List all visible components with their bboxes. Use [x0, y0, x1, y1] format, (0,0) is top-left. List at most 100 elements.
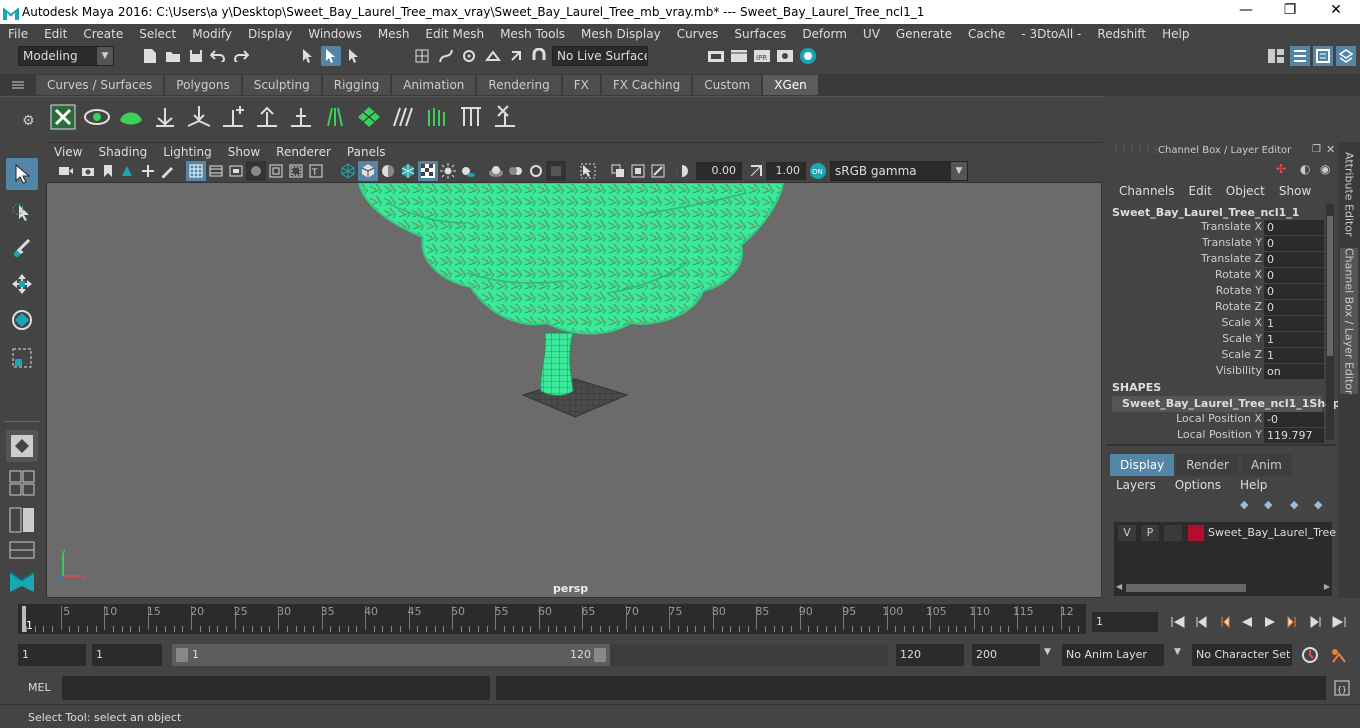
viewport-menu-renderer[interactable]: Renderer — [268, 143, 339, 161]
menu-set-dropdown[interactable]: Modeling ▼ — [18, 46, 114, 66]
motion-blur-icon[interactable] — [506, 161, 526, 181]
playback-end-field[interactable]: 120 — [896, 644, 964, 666]
shelf-tab-fx[interactable]: FX — [562, 75, 600, 95]
smooth-shade-all-icon[interactable] — [358, 161, 378, 181]
step-forward-frame-icon[interactable] — [1306, 612, 1326, 632]
animation-preferences-icon[interactable] — [1328, 645, 1348, 665]
field-chart-icon[interactable] — [266, 161, 286, 181]
hypershade-icon[interactable] — [775, 46, 795, 66]
snap-to-point-icon[interactable] — [459, 46, 479, 66]
single-perspective-layout-icon[interactable] — [6, 430, 38, 462]
layer-tab-display[interactable]: Display — [1110, 454, 1175, 476]
play-forwards-icon[interactable] — [1260, 612, 1280, 632]
channel-box-settings-icon[interactable]: ◉ — [1320, 162, 1330, 176]
channel-value[interactable]: 1 — [1264, 348, 1324, 363]
channel-row[interactable]: Scale Y1 — [1112, 332, 1324, 348]
xgen-add-guide-icon[interactable] — [152, 103, 178, 131]
close-button[interactable]: ✕ — [1326, 2, 1346, 22]
menu-create[interactable]: Create — [75, 25, 131, 43]
channel-row[interactable]: Local Position Y 119.797 — [1112, 428, 1324, 444]
snap-to-view-plane-icon[interactable] — [483, 46, 503, 66]
channel-value[interactable]: 0 — [1264, 220, 1324, 235]
shelf-tab-fx-caching[interactable]: FX Caching — [601, 75, 692, 95]
two-view-layout-icon[interactable] — [6, 504, 38, 536]
screen-space-ao-icon[interactable] — [486, 161, 506, 181]
camera-icon[interactable] — [56, 161, 76, 181]
viewport-menu-show[interactable]: Show — [220, 143, 268, 161]
textured-icon[interactable] — [418, 161, 438, 181]
move-layer-up-icon[interactable]: ◆ — [1240, 498, 1248, 511]
render-view-sphere-icon[interactable] — [798, 46, 818, 66]
layer-menu-options[interactable]: Options — [1175, 478, 1228, 492]
two-d-pan-zoom-icon[interactable] — [138, 161, 158, 181]
shelf-tab-curves-surfaces[interactable]: Curves / Surfaces — [36, 75, 164, 95]
shadows-icon[interactable] — [458, 161, 478, 181]
viewport-menu-lighting[interactable]: Lighting — [155, 143, 220, 161]
channel-box-menu-object[interactable]: Object — [1219, 184, 1272, 198]
multisample-aa-icon[interactable] — [526, 161, 546, 181]
menu-surfaces[interactable]: Surfaces — [726, 25, 794, 43]
viewport-menu-panels[interactable]: Panels — [339, 143, 394, 161]
channel-value[interactable]: 0 — [1264, 268, 1324, 283]
toggle-channel-box-icon[interactable] — [1290, 46, 1310, 66]
layer-menu-layers[interactable]: Layers — [1116, 478, 1163, 492]
new-scene-icon[interactable] — [140, 46, 160, 66]
attribute-editor-tab[interactable]: Attribute Editor — [1340, 148, 1358, 240]
range-end-handle[interactable] — [594, 648, 606, 662]
range-start-handle[interactable] — [176, 648, 188, 662]
camera-attributes-icon[interactable] — [78, 161, 98, 181]
menu-uv[interactable]: UV — [855, 25, 888, 43]
bookmark-icon[interactable] — [98, 161, 118, 181]
channel-value[interactable]: 119.797 — [1264, 428, 1324, 443]
xgen-sculpt-brush-icon[interactable] — [424, 103, 450, 131]
view-transform-dropdown[interactable]: sRGB gamma ▼ — [830, 161, 968, 181]
channel-value[interactable]: 0 — [1264, 236, 1324, 251]
isolate-select-icon[interactable] — [578, 161, 598, 181]
film-gate-icon[interactable] — [206, 161, 226, 181]
xgen-editor-icon[interactable] — [50, 103, 76, 131]
four-view-layout-icon[interactable] — [6, 468, 38, 498]
xgen-add-clump-guide-icon[interactable] — [220, 103, 246, 131]
scale-tool-icon[interactable] — [6, 342, 38, 374]
xgen-sculpt-guide-icon[interactable] — [254, 103, 280, 131]
menu-select[interactable]: Select — [131, 25, 184, 43]
move-tool-icon[interactable] — [6, 268, 38, 300]
range-slider[interactable]: 1 120 — [172, 644, 610, 666]
create-empty-layer-icon[interactable]: ◆ — [1290, 498, 1298, 511]
time-ruler[interactable]: 1 5 10 15 20 25 30 35 40 45 50 55 60 65 70 75 80 85 90 95 1… — [18, 604, 1086, 634]
menu-edit-mesh[interactable]: Edit Mesh — [417, 25, 492, 43]
select-by-hierarchy-icon[interactable] — [298, 46, 318, 66]
channel-row[interactable]: Translate Y0 — [1112, 236, 1324, 252]
exposure-field[interactable]: 0.00 — [696, 162, 742, 180]
redo-icon[interactable] — [231, 46, 251, 66]
layer-display-type-toggle[interactable] — [1164, 525, 1182, 541]
menu-file[interactable]: File — [0, 25, 36, 43]
maya-home-icon[interactable] — [6, 564, 38, 596]
paint-select-tool-icon[interactable] — [6, 232, 38, 264]
channel-row[interactable]: Rotate Y0 — [1112, 284, 1324, 300]
resolution-gate-icon[interactable] — [226, 161, 246, 181]
shelf-options-icon[interactable]: ⚙ — [22, 113, 35, 129]
select-tool-icon[interactable] — [6, 158, 38, 190]
magnet-icon[interactable] — [529, 46, 549, 66]
layer-tab-render[interactable]: Render — [1176, 454, 1239, 476]
step-back-frame-icon[interactable] — [1191, 612, 1211, 632]
gate-mask-icon[interactable] — [246, 161, 266, 181]
channel-row[interactable]: Visibility on — [1112, 364, 1324, 380]
ipr-render-icon[interactable]: IPR — [752, 46, 772, 66]
layer-name[interactable]: Sweet_Bay_Laurel_Tree — [1208, 526, 1336, 539]
channel-box-menu-channels[interactable]: Channels — [1112, 184, 1182, 198]
gamma-icon[interactable] — [746, 161, 766, 181]
safe-action-icon[interactable] — [286, 161, 306, 181]
script-editor-icon[interactable]: {} — [1332, 678, 1352, 698]
channel-box-key-icon[interactable]: ◐ — [1300, 162, 1310, 176]
safe-title-icon[interactable]: T — [306, 161, 326, 181]
xgen-grid-icon[interactable] — [356, 103, 382, 131]
viewport-menu-shading[interactable]: Shading — [90, 143, 155, 161]
auto-key-icon[interactable] — [1300, 645, 1320, 665]
channel-box-scrollbar[interactable] — [1326, 204, 1334, 440]
menu-redshift[interactable]: Redshift — [1089, 25, 1154, 43]
toggle-tool-settings-icon[interactable] — [1336, 46, 1356, 66]
xgen-place-guide-icon[interactable] — [186, 103, 212, 131]
channel-box-menu-show[interactable]: Show — [1272, 184, 1318, 198]
